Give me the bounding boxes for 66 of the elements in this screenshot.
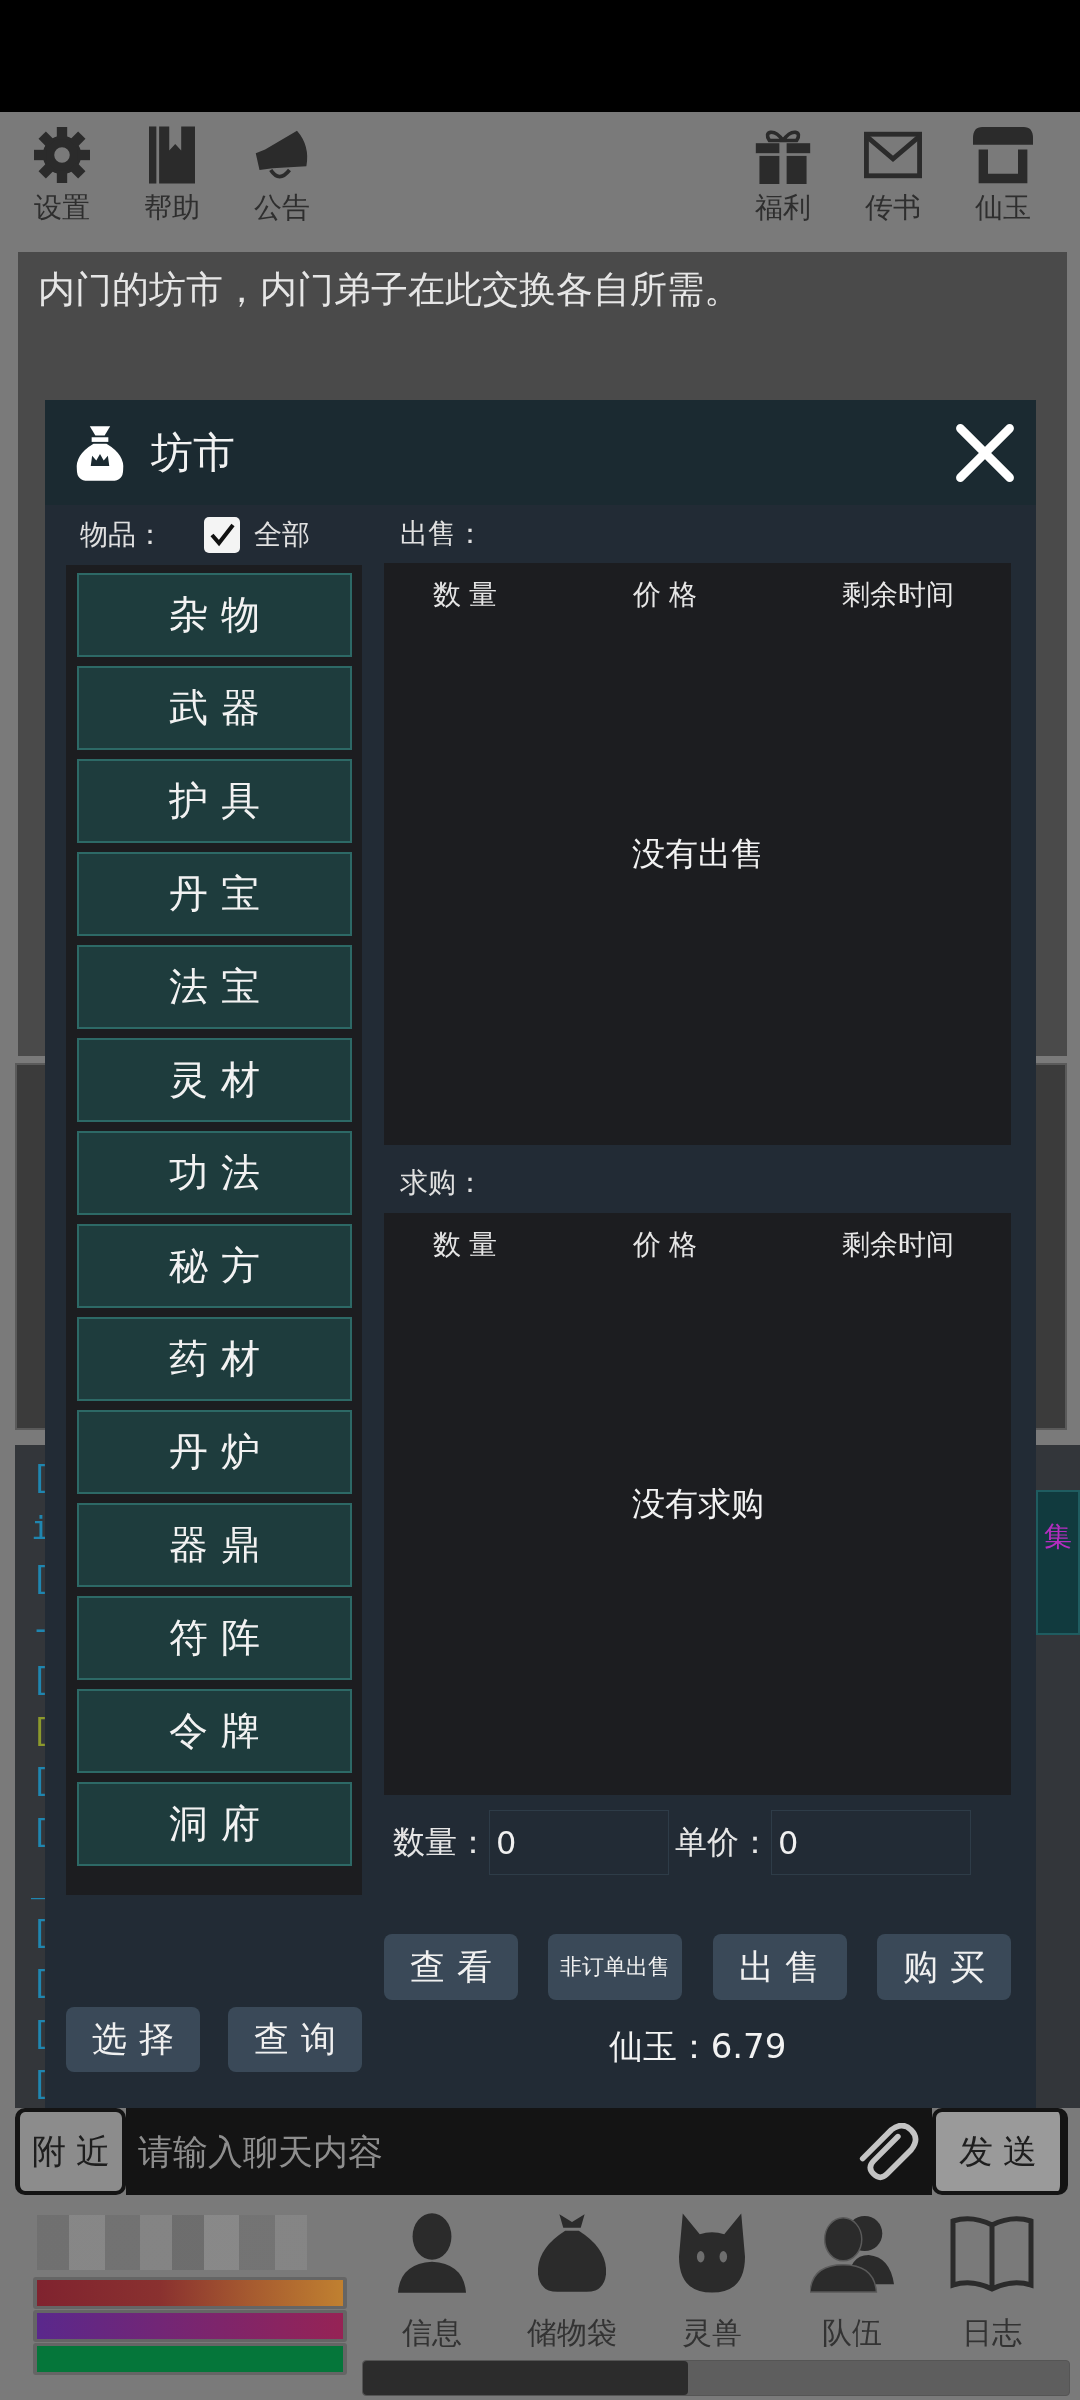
category-button[interactable]: 法 宝	[77, 945, 352, 1029]
chat-line-fragment: [	[31, 1810, 51, 1852]
chat-line-fragment: [	[31, 1659, 51, 1700]
column-header: 剩余时间	[840, 577, 955, 613]
quantity-label: 数量：	[393, 1821, 489, 1863]
category-button[interactable]: 令 牌	[77, 1689, 352, 1773]
chat-line-fragment: [	[31, 1760, 51, 1801]
send-button[interactable]: 发 送	[932, 2108, 1068, 2195]
dialog-title: 坊市	[151, 426, 236, 479]
chat-input-bar[interactable]: 请输入聊天内容	[126, 2108, 932, 2195]
shop-icon	[973, 126, 1033, 184]
gear-icon	[34, 126, 90, 184]
quantity-field[interactable]: 0	[489, 1810, 669, 1875]
cat-head-icon	[679, 2213, 745, 2293]
category-button[interactable]: 丹 炉	[77, 1410, 352, 1494]
close-icon[interactable]	[955, 422, 1015, 483]
empty-message: 没有求购	[631, 1482, 764, 1525]
column-header: 数 量	[431, 1227, 499, 1263]
action-button[interactable]: 出 售	[712, 1934, 847, 2000]
column-header: 数 量	[431, 577, 499, 613]
checkbox[interactable]	[204, 517, 240, 553]
chat-line-fragment: [	[31, 1911, 51, 1953]
section-label: 求购：	[400, 1165, 484, 1201]
empty-message: 没有出售	[631, 832, 764, 875]
checkbox-label: 全部	[254, 517, 310, 553]
category-button[interactable]: 秘 方	[77, 1224, 352, 1308]
balance-text: 仙玉：6.79	[608, 2025, 787, 2068]
chat-line-fragment: [	[31, 2063, 51, 2104]
category-button[interactable]: 灵 材	[77, 1038, 352, 1122]
chat-line-fragment: [	[31, 1962, 51, 2003]
section-label: 出售：	[400, 516, 484, 552]
category-button[interactable]: 丹 宝	[77, 852, 352, 936]
unit-price-label: 单价：	[675, 1821, 771, 1863]
action-button[interactable]: 查 询	[228, 2007, 362, 2072]
scrollbar-thumb[interactable]	[363, 2361, 688, 2395]
column-header: 价 格	[631, 1227, 699, 1263]
open-book-icon	[948, 2213, 1036, 2293]
two-people-icon	[810, 2213, 894, 2293]
channel-button[interactable]: 附 近	[15, 2108, 126, 2195]
category-button[interactable]: 符 阵	[77, 1596, 352, 1680]
action-button[interactable]: 购 买	[877, 1934, 1011, 2000]
column-header: 剩余时间	[840, 1227, 955, 1263]
category-button[interactable]: 功 法	[77, 1131, 352, 1215]
chat-line-fragment: [	[31, 1457, 51, 1498]
category-button[interactable]: 器 鼎	[77, 1503, 352, 1587]
action-button[interactable]: 非订单出售	[548, 1934, 683, 2000]
description-text: 内门的坊市，内门弟子在此交换各自所需。	[38, 268, 741, 311]
filter-label: 物品：	[80, 517, 164, 553]
money-bag-icon	[75, 424, 125, 481]
chat-line-fragment: -	[31, 1608, 51, 1650]
chat-line-fragment: [	[31, 1709, 51, 1751]
money-bag-icon	[538, 2213, 606, 2293]
book-icon	[149, 126, 195, 184]
category-button[interactable]: 杂 物	[77, 573, 352, 657]
person-icon	[398, 2213, 466, 2293]
chat-input-field[interactable]: 请输入聊天内容	[126, 2115, 856, 2188]
category-button[interactable]: 武 器	[77, 666, 352, 750]
action-button[interactable]: 选 择	[66, 2007, 200, 2072]
column-header: 价 格	[631, 577, 699, 613]
action-button[interactable]: 查 看	[384, 1934, 518, 2000]
chat-line-fragment: [	[31, 2012, 51, 2054]
category-button[interactable]: 护 具	[77, 759, 352, 843]
chat-line-fragment: [	[31, 1558, 51, 1599]
category-button[interactable]: 药 材	[77, 1317, 352, 1401]
unit-price-field[interactable]: 0	[771, 1810, 971, 1875]
category-button[interactable]: 洞 府	[77, 1782, 352, 1866]
